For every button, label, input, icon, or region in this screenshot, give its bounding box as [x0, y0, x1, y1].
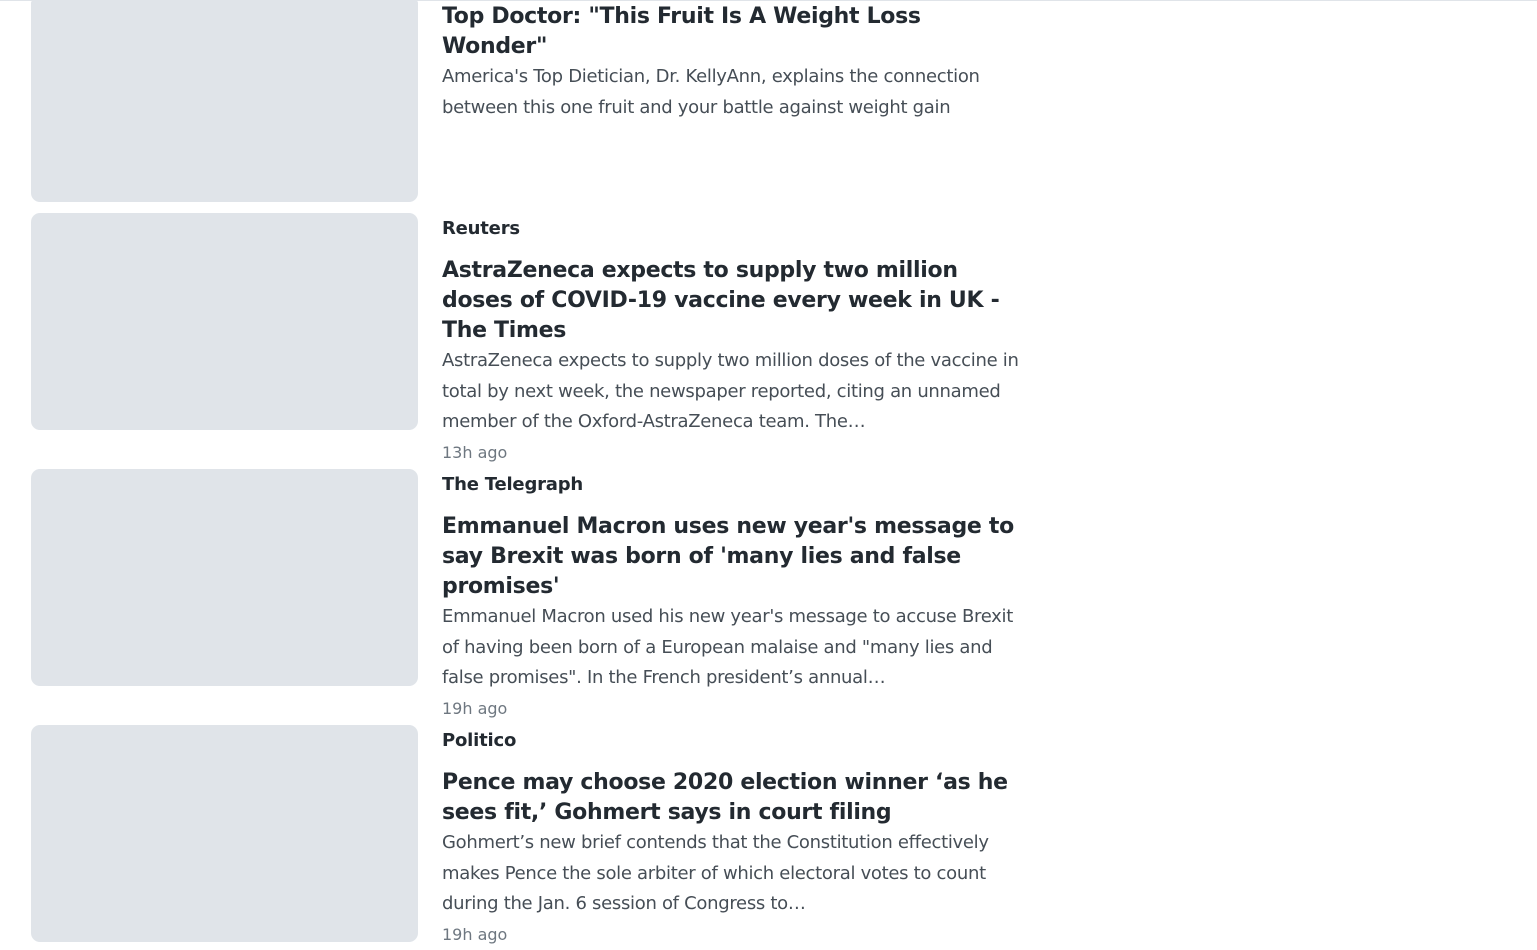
- story-provider: Reuters: [442, 218, 520, 239]
- story-title[interactable]: Top Doctor: "This Fruit Is A Weight Loss…: [442, 2, 1032, 62]
- story-provider: Politico: [442, 730, 517, 751]
- story-item[interactable]: Reuters AstraZeneca expects to supply tw…: [31, 213, 1031, 462]
- story-text: Reuters AstraZeneca expects to supply tw…: [442, 218, 1032, 468]
- story-thumbnail-placeholder: [31, 213, 418, 430]
- story-title[interactable]: AstraZeneca expects to supply two millio…: [442, 256, 1032, 346]
- story-text: The Telegraph Emmanuel Macron uses new y…: [442, 474, 1032, 724]
- story-thumbnail-placeholder: [31, 469, 418, 686]
- story-summary: AstraZeneca expects to supply two millio…: [442, 350, 1019, 432]
- story-timestamp: 19h ago: [442, 698, 508, 718]
- story-item[interactable]: The Telegraph Emmanuel Macron uses new y…: [31, 469, 1031, 718]
- story-summary: America's Top Dietician, Dr. KellyAnn, e…: [442, 66, 980, 118]
- story-timestamp: 13h ago: [442, 442, 508, 462]
- story-timestamp: 19h ago: [442, 924, 508, 944]
- story-text: Politico Pence may choose 2020 election …: [442, 730, 1032, 950]
- story-text: Top Doctor: "This Fruit Is A Weight Loss…: [442, 2, 1032, 123]
- story-summary: Emmanuel Macron used his new year's mess…: [442, 606, 1013, 688]
- story-summary: Gohmert’s new brief contends that the Co…: [442, 832, 989, 914]
- story-item[interactable]: Top Doctor: "This Fruit Is A Weight Loss…: [31, 0, 1031, 203]
- story-item[interactable]: Politico Pence may choose 2020 election …: [31, 725, 1031, 944]
- story-thumbnail-placeholder: [31, 725, 418, 942]
- news-feed: Top Doctor: "This Fruit Is A Weight Loss…: [0, 0, 1537, 944]
- story-title[interactable]: Pence may choose 2020 election winner ‘a…: [442, 768, 1032, 828]
- story-provider: The Telegraph: [442, 474, 584, 495]
- story-title[interactable]: Emmanuel Macron uses new year's message …: [442, 512, 1032, 602]
- story-thumbnail-placeholder: [31, 0, 418, 202]
